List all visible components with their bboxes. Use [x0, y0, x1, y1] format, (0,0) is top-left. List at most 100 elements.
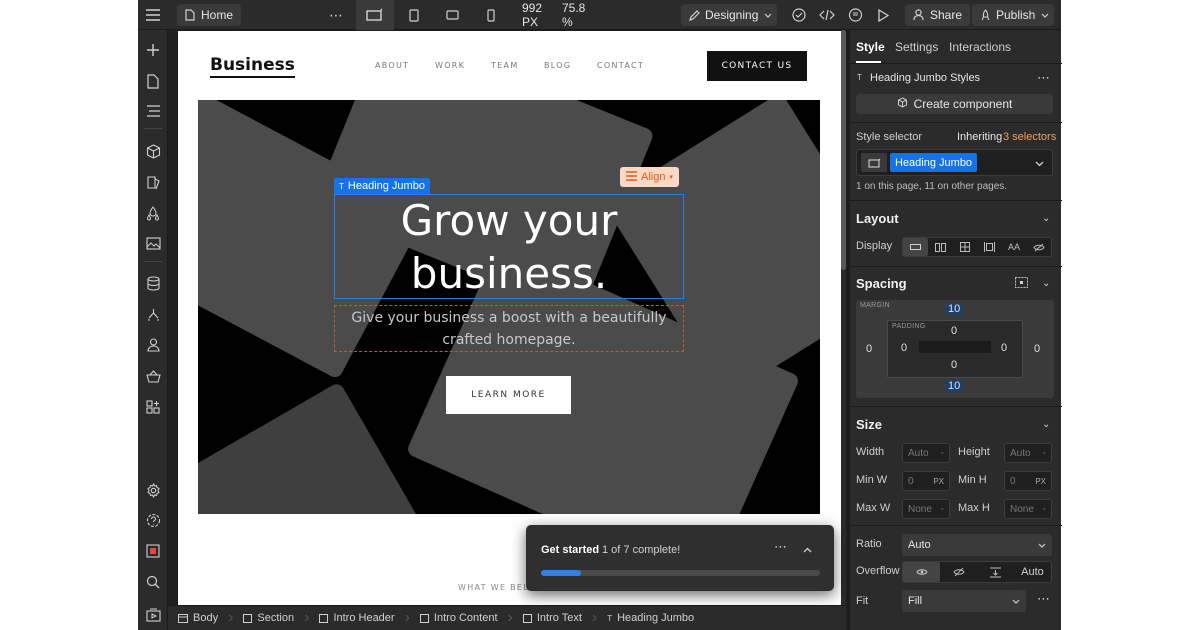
margin-right-value[interactable]: 0 — [1034, 343, 1040, 355]
record-icon[interactable] — [143, 541, 163, 561]
nav-link-about[interactable]: ABOUT — [375, 61, 409, 70]
breadcrumb-heading-jumbo[interactable]: T Heading Jumbo — [597, 612, 704, 624]
mobile-portrait-icon[interactable] — [481, 0, 501, 30]
components-icon[interactable] — [143, 141, 163, 161]
fit-select[interactable]: Fill — [902, 590, 1026, 612]
comment-icon[interactable] — [846, 0, 864, 30]
height-input[interactable]: Auto - — [1004, 443, 1052, 463]
canvas-scrollbar-thumb[interactable] — [841, 30, 846, 270]
logic-flow-icon[interactable] — [143, 305, 163, 325]
mode-dropdown[interactable]: Designing — [681, 4, 777, 26]
layout-section-header[interactable]: Layout — [856, 211, 899, 226]
site-brand-logo[interactable]: Business — [210, 55, 295, 78]
margin-left-value[interactable]: 0 — [866, 343, 872, 355]
create-component-button[interactable]: Create component — [856, 94, 1053, 114]
more-options-icon[interactable]: ⋯ — [774, 539, 787, 555]
pages-icon[interactable] — [143, 71, 163, 91]
min-width-input[interactable]: 0 PX — [902, 471, 950, 491]
spacing-mode-icon[interactable] — [1015, 277, 1028, 291]
selector-chip[interactable]: Heading Jumbo — [890, 153, 978, 172]
video-tutorials-icon[interactable] — [143, 605, 163, 625]
mobile-landscape-icon[interactable] — [442, 0, 462, 30]
users-icon[interactable] — [143, 335, 163, 355]
breadcrumb-intro-content[interactable]: Intro Content — [410, 612, 508, 624]
contact-us-button[interactable]: CONTACT US — [707, 51, 807, 81]
style-selector-field[interactable]: Heading Jumbo — [856, 149, 1053, 176]
margin-top-value[interactable]: 10 — [945, 303, 964, 315]
padding-right-value[interactable]: 0 — [1001, 342, 1007, 354]
breadcrumb-section[interactable]: Section — [233, 612, 304, 624]
display-none-icon[interactable] — [1026, 238, 1051, 256]
code-icon[interactable] — [818, 0, 836, 30]
settings-gear-icon[interactable] — [143, 480, 163, 500]
max-width-input[interactable]: None - — [902, 499, 950, 519]
apps-icon[interactable] — [143, 397, 163, 417]
ecommerce-basket-icon[interactable] — [143, 366, 163, 386]
page-selector[interactable]: Home — [177, 4, 242, 26]
chevron-up-icon[interactable] — [803, 542, 812, 556]
tablet-breakpoint-icon[interactable] — [404, 0, 424, 30]
min-height-input[interactable]: 0 PX — [1004, 471, 1052, 491]
max-height-input[interactable]: None - — [1004, 499, 1052, 519]
add-elements-icon[interactable] — [143, 40, 163, 60]
padding-left-value[interactable]: 0 — [901, 342, 907, 354]
chevron-down-icon[interactable]: ⌄ — [1042, 278, 1050, 289]
ratio-select[interactable]: Auto — [902, 534, 1052, 556]
assets-image-icon[interactable] — [143, 233, 163, 253]
style-selectors-icon[interactable] — [143, 172, 163, 192]
variables-drops-icon[interactable] — [143, 203, 163, 223]
more-options-icon[interactable]: ⋯ — [1037, 591, 1050, 607]
get-started-popover[interactable]: Get started 1 of 7 complete! ⋯ — [526, 525, 834, 591]
check-circle-icon[interactable] — [790, 0, 808, 30]
display-inline-icon[interactable]: AA — [1002, 238, 1027, 256]
size-section-header[interactable]: Size — [856, 417, 882, 432]
inheriting-selectors-link[interactable]: 3 selectors — [1003, 131, 1056, 143]
chevron-down-icon[interactable]: ⌄ — [1042, 213, 1050, 224]
breadcrumb-intro-text[interactable]: Intro Text — [513, 612, 592, 624]
overflow-scroll-icon[interactable] — [977, 562, 1014, 582]
breadcrumb-body[interactable]: Body — [168, 612, 228, 624]
intro-text[interactable]: Give your business a boost with a beauti… — [334, 307, 684, 351]
heading-jumbo[interactable]: Grow your business. — [335, 194, 683, 300]
share-button[interactable]: Share — [905, 4, 971, 26]
more-options-icon[interactable]: ⋯ — [1037, 70, 1050, 86]
padding-top-value[interactable]: 0 — [951, 325, 957, 337]
selector-state-icon[interactable] — [861, 153, 887, 172]
chevron-down-icon[interactable] — [1035, 156, 1044, 170]
nav-link-team[interactable]: TEAM — [491, 61, 519, 70]
chevron-down-icon[interactable]: ⌄ — [1042, 419, 1050, 430]
tab-settings[interactable]: Settings — [895, 40, 938, 54]
overflow-visible-icon[interactable] — [903, 562, 940, 582]
nav-link-contact[interactable]: CONTACT — [597, 61, 644, 70]
canvas-scrollbar[interactable] — [841, 30, 846, 605]
width-input[interactable]: Auto - — [902, 443, 950, 463]
display-grid-icon[interactable] — [952, 238, 977, 256]
intro-header[interactable]: T Heading Jumbo Align ▾ Grow your busine… — [198, 100, 820, 514]
display-inline-block-icon[interactable] — [977, 238, 1002, 256]
cms-database-icon[interactable] — [143, 273, 163, 293]
spacing-section-header[interactable]: Spacing — [856, 276, 907, 291]
help-icon[interactable] — [143, 510, 163, 530]
tab-style[interactable]: Style — [856, 40, 885, 54]
display-flex-icon[interactable] — [928, 238, 953, 256]
desktop-breakpoint-icon[interactable] — [356, 0, 394, 30]
margin-bottom-value[interactable]: 10 — [945, 380, 964, 392]
display-block-icon[interactable] — [903, 238, 928, 256]
selected-element-tag[interactable]: T Heading Jumbo — [334, 178, 430, 194]
overflow-auto-option[interactable]: Auto — [1014, 562, 1051, 582]
tab-interactions[interactable]: Interactions — [949, 40, 1011, 54]
overflow-hidden-icon[interactable] — [940, 562, 977, 582]
padding-bottom-value[interactable]: 0 — [951, 359, 957, 371]
more-options-icon[interactable]: ⋯ — [326, 0, 346, 30]
design-canvas[interactable]: Business ABOUT WORK TEAM BLOG CONTACT CO… — [168, 30, 846, 605]
publish-button[interactable]: Publish — [972, 4, 1054, 26]
align-button[interactable]: Align ▾ — [620, 167, 679, 187]
search-icon[interactable] — [143, 572, 163, 592]
nav-link-work[interactable]: WORK — [435, 61, 465, 70]
nav-link-blog[interactable]: BLOG — [544, 61, 571, 70]
learn-more-button[interactable]: LEARN MORE — [446, 376, 571, 414]
navigator-icon[interactable] — [143, 101, 163, 121]
preview-play-icon[interactable] — [874, 0, 892, 30]
hamburger-menu-icon[interactable] — [138, 0, 168, 30]
breadcrumb-intro-header[interactable]: Intro Header — [309, 612, 404, 624]
